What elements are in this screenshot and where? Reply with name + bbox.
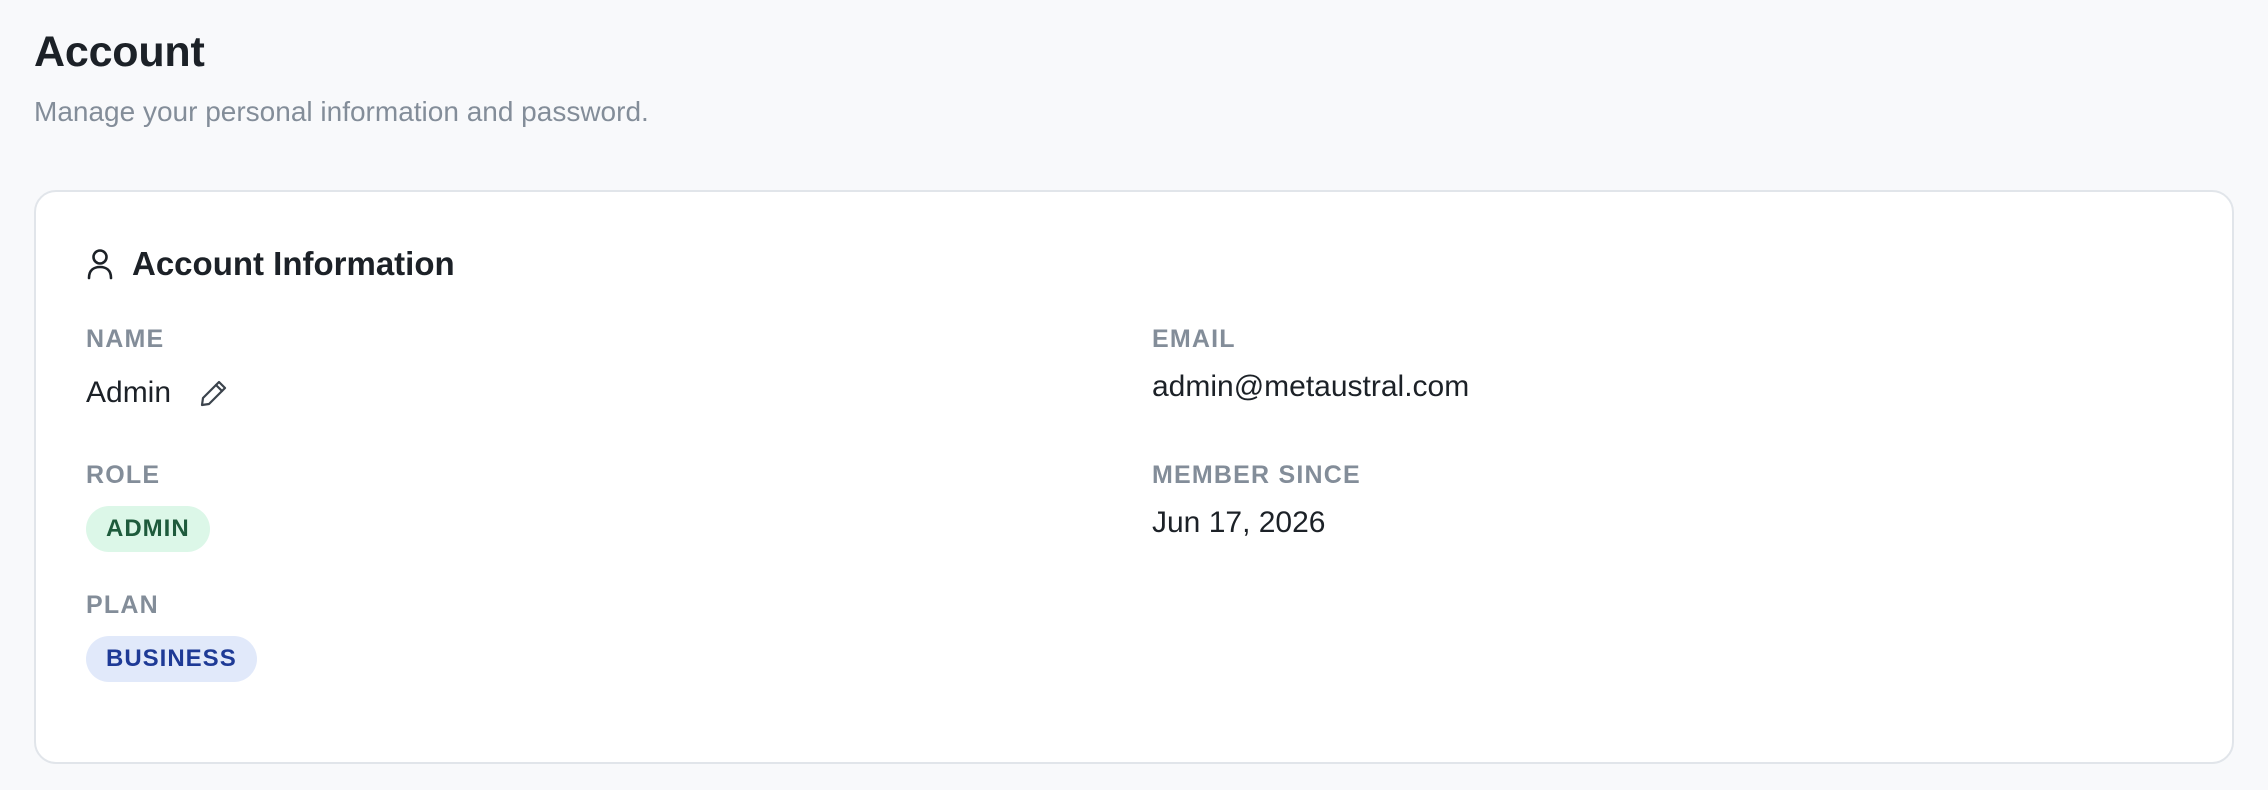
account-information-card: Account Information NAME Admin EMAIL adm… [34,190,2234,764]
role-label: ROLE [86,461,161,489]
page-subtitle: Manage your personal information and pas… [34,96,649,127]
card-header: Account Information [86,242,455,286]
name-value: Admin [86,376,172,409]
name-field: NAME Admin [86,324,229,412]
email-value: admin@metaustral.com [1152,370,1470,403]
role-field: ROLE ADMIN [86,460,210,552]
email-label: EMAIL [1152,325,1236,353]
member-since-label: MEMBER SINCE [1152,461,1361,489]
page-header: Account Manage your personal information… [34,24,649,130]
page-title: Account [34,28,205,76]
pencil-icon[interactable] [199,378,229,408]
name-row: Admin [86,374,229,412]
user-icon [86,248,114,280]
account-page: Account Manage your personal information… [0,0,2268,790]
member-since-field: MEMBER SINCE Jun 17, 2026 [1152,460,1361,542]
card-title: Account Information [132,245,455,282]
plan-badge: BUSINESS [86,636,257,682]
name-label: NAME [86,325,165,353]
email-field: EMAIL admin@metaustral.com [1152,324,1469,406]
member-since-value: Jun 17, 2026 [1152,506,1326,539]
plan-field: PLAN BUSINESS [86,590,257,682]
plan-label: PLAN [86,591,159,619]
role-badge: ADMIN [86,506,210,552]
